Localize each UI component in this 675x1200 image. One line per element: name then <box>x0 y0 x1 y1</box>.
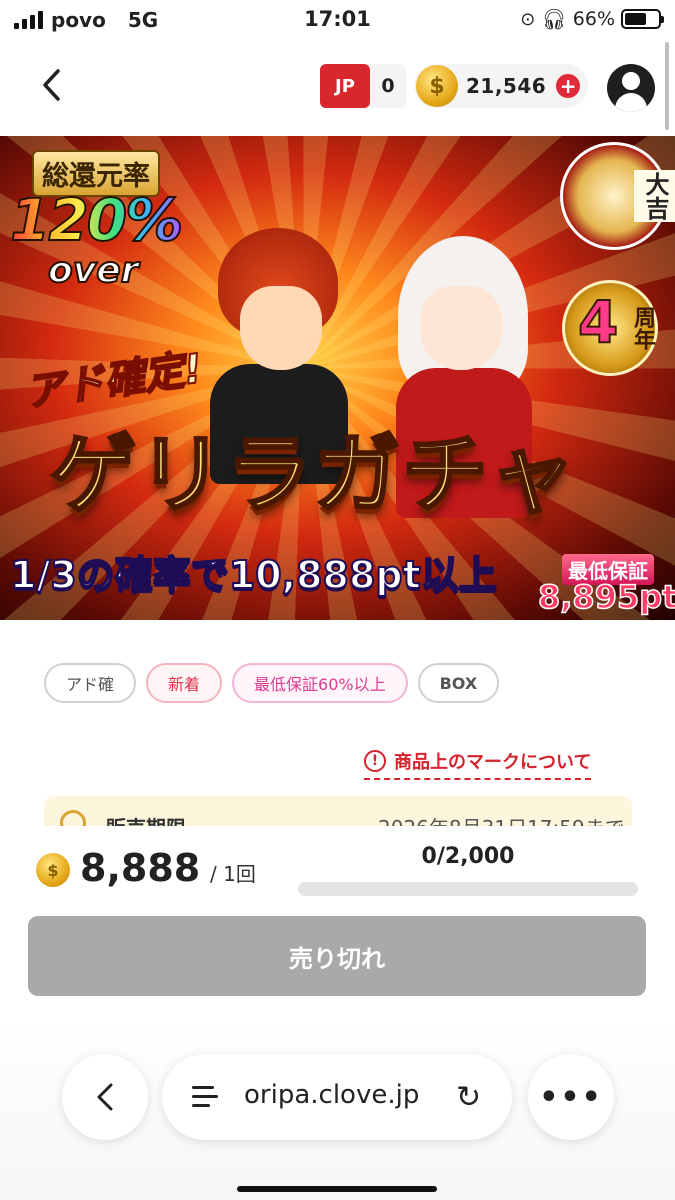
tag-ad: アド確 <box>44 663 137 703</box>
battery-percent: 66% <box>572 8 615 30</box>
headphones-icon: 🎧︎ <box>541 7 567 31</box>
min-guarantee-value: 8,895pt <box>537 577 675 617</box>
back-button[interactable] <box>30 60 74 110</box>
coin-icon: $ <box>416 65 458 107</box>
lucky-text: 大吉 <box>634 170 675 222</box>
character-boy-face <box>240 286 322 370</box>
status-bar: povo 5G 17:01 ⊙ 🎧︎ 66% <box>0 0 675 40</box>
chevron-left-icon <box>97 1083 113 1111</box>
chevron-left-icon <box>43 69 60 101</box>
stock-progress-bar <box>298 882 638 896</box>
user-icon <box>622 72 640 90</box>
status-right: ⊙ 🎧︎ 66% <box>520 7 664 31</box>
mark-info-link[interactable]: ! 商品上のマークについて <box>364 746 592 780</box>
banner-title: ゲリラガチャ <box>49 424 578 527</box>
anniversary-unit: 周年 <box>630 306 655 350</box>
home-indicator <box>237 1186 437 1192</box>
stock-count: 0/2,000 <box>421 844 515 869</box>
tag-box: BOX <box>417 663 500 703</box>
browser-back-button[interactable] <box>62 1054 148 1140</box>
profile-button[interactable] <box>607 64 655 112</box>
mark-info-label: 商品上のマークについて <box>394 752 592 773</box>
rotation-lock-icon: ⊙ <box>520 8 536 30</box>
browser-toolbar: oripa.clove.jp ↻ ••• <box>0 1016 675 1200</box>
coin-balance: 21,546 <box>466 74 547 98</box>
sales-period-row: 販売期限 2026年8月31日17:59まで <box>44 796 632 828</box>
tabs-icon[interactable] <box>192 1084 218 1110</box>
coin-icon: $ <box>36 853 70 887</box>
user-icon-body <box>615 93 647 112</box>
address-bar[interactable]: oripa.clove.jp ↻ <box>162 1054 512 1140</box>
price-value: 8,888 <box>80 846 201 890</box>
alert-circle-icon: ! <box>364 750 386 772</box>
jp-point-display[interactable]: JP 0 <box>320 64 406 108</box>
gacha-banner[interactable]: 総還元率 120% over 大吉 4 周年 アド確定! ゲリラガチャ 1/3の… <box>0 136 675 620</box>
more-options-button[interactable]: ••• <box>528 1054 614 1140</box>
battery-level <box>625 13 647 25</box>
badge-percent: 120% <box>9 185 184 255</box>
page: povo 5G 17:01 ⊙ 🎧︎ 66% JP 0 $ 21,546 + 総… <box>0 0 675 1200</box>
price-unit: / 1回 <box>210 862 256 886</box>
add-coin-button[interactable]: + <box>556 74 581 98</box>
jp-count: 0 <box>381 75 395 97</box>
reload-icon[interactable]: ↻ <box>456 1080 481 1115</box>
badge-over: over <box>47 249 139 292</box>
return-rate-badge: 総還元率 120% over <box>2 142 198 292</box>
more-icon: ••• <box>539 1079 603 1115</box>
banner-subtitle: 1/3の確率で10,888pt以上 <box>9 552 498 598</box>
battery-icon <box>621 9 664 29</box>
scroll-indicator[interactable] <box>665 42 669 130</box>
coin-balance-display[interactable]: $ 21,546 + <box>414 64 588 108</box>
jp-badge: JP <box>320 64 370 108</box>
tag-list: アド確 新着 最低保証60%以上 BOX <box>44 663 500 703</box>
sold-out-button[interactable]: 売り切れ <box>28 916 646 996</box>
purchase-panel: $ 8,888 / 1回 0/2,000 売り切れ <box>0 826 675 1016</box>
tag-new: 新着 <box>146 663 223 703</box>
url-text[interactable]: oripa.clove.jp <box>244 1080 419 1110</box>
tag-min-guarantee: 最低保証60%以上 <box>232 663 408 703</box>
anniversary-number: 4 <box>577 287 619 357</box>
character-girl-face <box>420 286 502 370</box>
